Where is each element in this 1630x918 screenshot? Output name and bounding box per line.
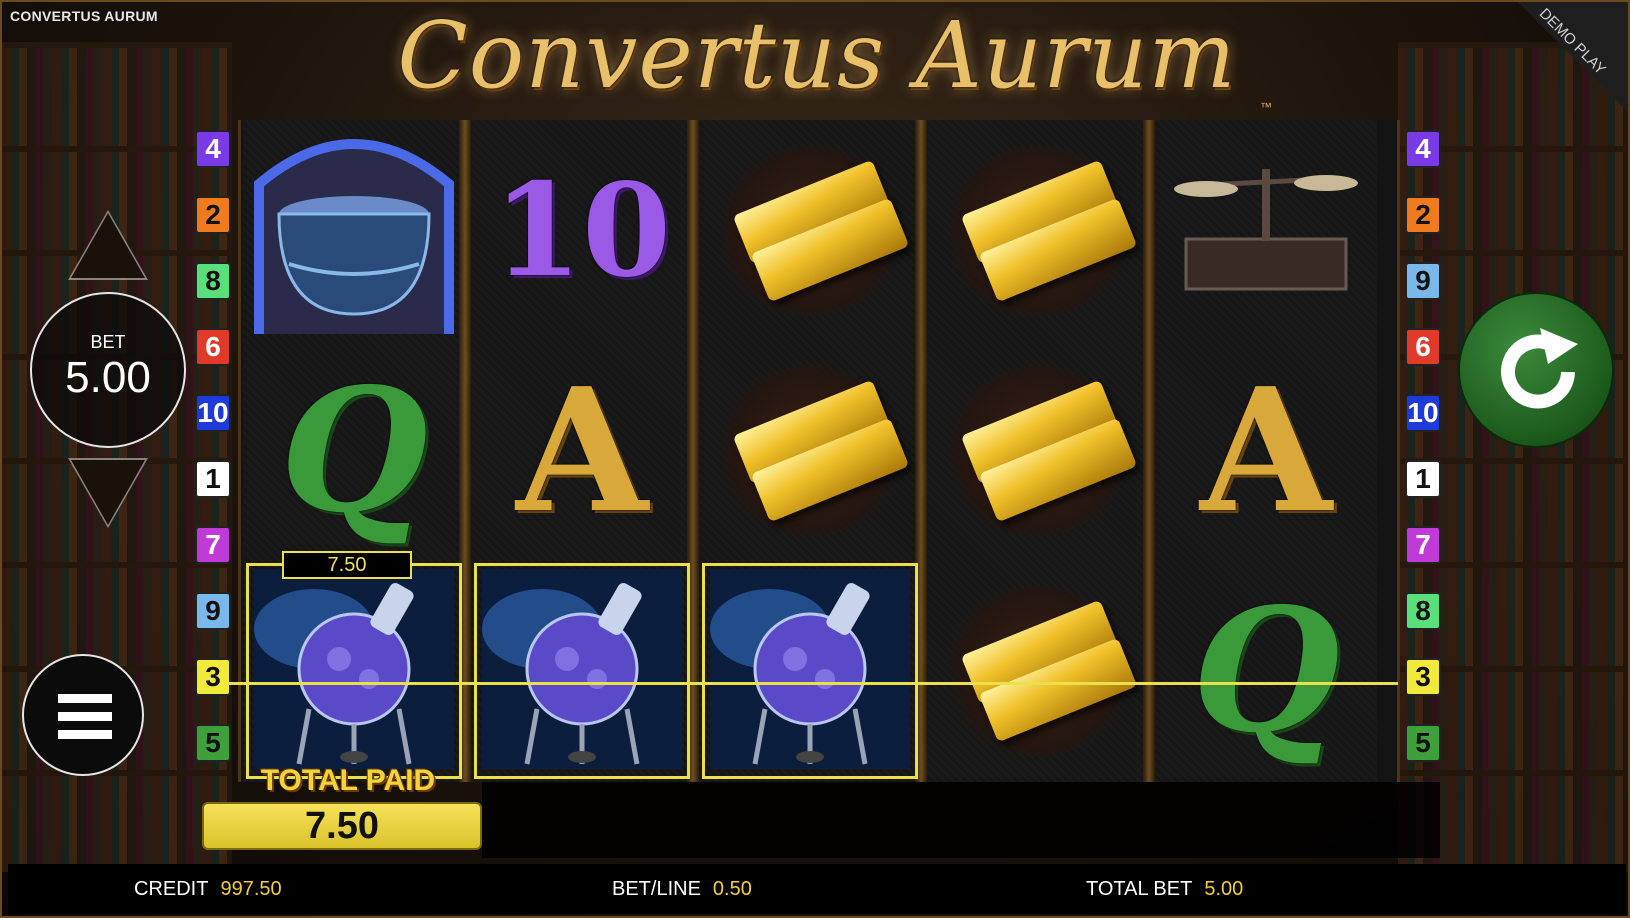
trademark: ™: [1260, 100, 1272, 114]
payline-badge-right-6[interactable]: 6: [1405, 328, 1441, 366]
payline-badge-left-8[interactable]: 8: [195, 262, 231, 300]
symbol-q: Q: [279, 351, 429, 551]
payline-badge-left-4[interactable]: 4: [195, 130, 231, 168]
reel-cell: 10: [474, 123, 690, 339]
reel-cell: [930, 343, 1146, 559]
bet-per-line-label: BET/LINE: [612, 878, 701, 900]
payline-badge-left-9[interactable]: 9: [195, 592, 231, 630]
reel-cell: [474, 563, 690, 779]
gold-bars-symbol: [943, 146, 1138, 316]
payline-badge-right-9[interactable]: 9: [1405, 262, 1441, 300]
reel-cell: [1158, 123, 1374, 339]
gold-bars-symbol: [715, 146, 910, 316]
reel-cell: [702, 563, 918, 779]
menu-icon-bar: [58, 694, 112, 703]
scales-symbol: [1166, 149, 1366, 314]
symbol-q: Q: [1191, 571, 1341, 771]
status-bar: CREDIT 997.50 BET/LINE 0.50 TOTAL BET 5.00: [8, 864, 1626, 914]
reel-cell: [930, 563, 1146, 779]
payline-badge-left-3[interactable]: 3: [195, 658, 231, 696]
payline-badge-right-4[interactable]: 4: [1405, 130, 1441, 168]
game-logo: Convertus Aurum: [397, 2, 1237, 109]
reel-cell: [246, 563, 462, 779]
spin-button[interactable]: [1458, 292, 1614, 448]
bet-increase-button[interactable]: [68, 210, 148, 280]
reel-cell: Q: [1158, 563, 1374, 779]
total-paid-value: 7.50: [202, 802, 482, 850]
reel-cell: [246, 123, 462, 339]
reel-cell: [702, 343, 918, 559]
total-paid-label: TOTAL PAID: [260, 764, 436, 797]
flask-symbol: [710, 568, 910, 774]
reel-cell: A: [1158, 343, 1374, 559]
bet-per-line-value: 0.50: [712, 878, 752, 900]
reel-cell: [930, 123, 1146, 339]
symbol-10: 10: [492, 156, 672, 306]
symbol-a: A: [1200, 351, 1332, 551]
payline-badge-right-8[interactable]: 8: [1405, 592, 1441, 630]
payline-badge-right-2[interactable]: 2: [1405, 196, 1441, 234]
symbol-a: A: [516, 351, 648, 551]
gold-bars-symbol: [715, 366, 910, 536]
payline-badge-right-10[interactable]: 10: [1405, 394, 1441, 432]
payline-badge-left-1[interactable]: 1: [195, 460, 231, 498]
spin-arrow-icon: [1501, 328, 1578, 409]
window-title: CONVERTUS AURUM: [10, 8, 158, 24]
menu-button[interactable]: [22, 654, 144, 776]
reel-cell: A: [474, 343, 690, 559]
payline-badge-right-1[interactable]: 1: [1405, 460, 1441, 498]
bet-label: BET: [90, 332, 126, 352]
gold-bars-symbol: [943, 586, 1138, 756]
payline-badge-left-7[interactable]: 7: [195, 526, 231, 564]
payline-badge-right-7[interactable]: 7: [1405, 526, 1441, 564]
message-bar: [482, 782, 1440, 858]
payline-badge-right-3[interactable]: 3: [1405, 658, 1441, 696]
payline-badge-left-6[interactable]: 6: [195, 328, 231, 366]
winning-payline: [228, 682, 1398, 685]
flask-symbol: [482, 568, 682, 774]
payline-badge-right-5[interactable]: 5: [1405, 724, 1441, 762]
payline-badge-left-5[interactable]: 5: [195, 724, 231, 762]
line-win-amount: 7.50: [282, 551, 412, 579]
total-bet-label: TOTAL BET: [1086, 878, 1193, 900]
flask-symbol: [254, 568, 454, 774]
reel-cell: Q: [246, 343, 462, 559]
bet-per-line-display: BET/LINE 0.50: [612, 878, 752, 901]
payline-badge-left-10[interactable]: 10: [195, 394, 231, 432]
total-bet-display: TOTAL BET 5.00: [1086, 878, 1243, 901]
menu-icon-bar: [58, 712, 112, 721]
payline-badge-left-2[interactable]: 2: [195, 196, 231, 234]
reel-cell: [702, 123, 918, 339]
gold-bars-symbol: [943, 366, 1138, 536]
credit-display: CREDIT 997.50: [134, 878, 282, 901]
bet-value: 5.00: [65, 353, 151, 402]
credit-value: 997.50: [220, 878, 282, 900]
cauldron-symbol: [249, 124, 459, 339]
credit-label: CREDIT: [134, 878, 209, 900]
bet-decrease-button[interactable]: [68, 458, 148, 528]
total-bet-value: 5.00: [1204, 878, 1244, 900]
game-frame: CONVERTUS AURUM Convertus Aurum ™ DEMO P…: [0, 0, 1630, 918]
bet-display: BET 5.00: [30, 292, 186, 448]
menu-icon-bar: [58, 730, 112, 739]
